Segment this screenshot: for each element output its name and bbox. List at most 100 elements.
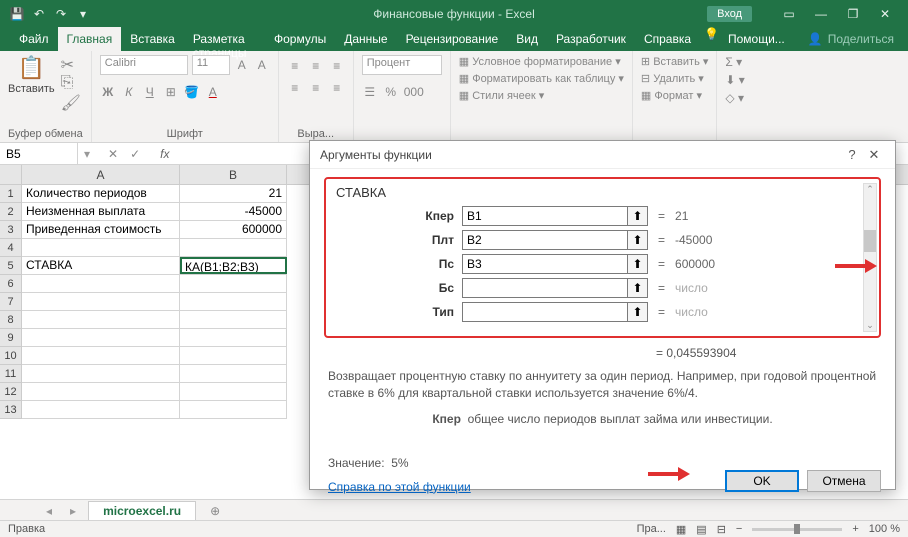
row-header[interactable]: 13 — [0, 401, 21, 419]
row-header[interactable]: 3 — [0, 221, 21, 239]
maximize-icon[interactable]: ❐ — [846, 7, 860, 21]
zoom-in-icon[interactable]: + — [852, 523, 858, 535]
qat-dropdown-icon[interactable]: ▾ — [76, 7, 90, 21]
align-left-icon[interactable]: ≡ — [287, 81, 303, 95]
row-header[interactable]: 1 — [0, 185, 21, 203]
cancel-formula-icon[interactable]: ✕ — [108, 147, 118, 161]
enter-formula-icon[interactable]: ✓ — [130, 147, 140, 161]
ribbon-options-icon[interactable]: ▭ — [782, 7, 796, 21]
font-color-icon[interactable]: A — [205, 85, 221, 99]
cell[interactable]: СТАВКА — [22, 257, 180, 274]
cell[interactable]: 600000 — [180, 221, 287, 238]
range-selector-icon[interactable]: ⬆ — [628, 254, 648, 274]
row-header[interactable]: 8 — [0, 311, 21, 329]
number-format-selector[interactable]: Процент — [362, 55, 442, 75]
view-normal-icon[interactable]: ▦ — [676, 523, 686, 536]
cell[interactable] — [180, 239, 287, 256]
cut-icon[interactable]: ✂ — [61, 55, 77, 71]
fx-icon[interactable]: fx — [152, 147, 177, 161]
redo-icon[interactable]: ↷ — [54, 7, 68, 21]
cell[interactable]: Количество периодов — [22, 185, 180, 202]
arg-input-ps[interactable] — [462, 254, 628, 274]
sheet-tab[interactable]: microexcel.ru — [88, 501, 196, 520]
underline-button[interactable]: Ч — [142, 85, 158, 99]
tab-help[interactable]: Справка — [635, 27, 700, 51]
tab-data[interactable]: Данные — [335, 27, 396, 51]
delete-cells-button[interactable]: ⊟ Удалить ▾ — [641, 72, 704, 85]
function-help-link[interactable]: Справка по этой функции — [324, 480, 471, 494]
italic-button[interactable]: К — [121, 85, 137, 99]
sheet-nav-next-icon[interactable]: ▸ — [64, 504, 82, 518]
tab-insert[interactable]: Вставка — [121, 27, 184, 51]
row-header[interactable]: 5 — [0, 257, 21, 275]
row-header[interactable]: 6 — [0, 275, 21, 293]
grow-font-icon[interactable]: A — [234, 58, 250, 72]
row-header[interactable]: 11 — [0, 365, 21, 383]
range-selector-icon[interactable]: ⬆ — [628, 206, 648, 226]
cancel-button[interactable]: Отмена — [807, 470, 881, 492]
align-mid-icon[interactable]: ≡ — [308, 59, 324, 73]
size-selector[interactable]: 11 — [192, 55, 230, 75]
arg-input-plt[interactable] — [462, 230, 628, 250]
add-sheet-icon[interactable]: ⊕ — [202, 504, 228, 518]
undo-icon[interactable]: ↶ — [32, 7, 46, 21]
paste-button[interactable]: 📋 Вставить — [8, 55, 55, 95]
name-box[interactable] — [0, 143, 78, 164]
percent-icon[interactable]: % — [383, 85, 399, 99]
fill-icon[interactable]: ⬇ ▾ — [725, 73, 744, 87]
view-layout-icon[interactable]: ▤ — [696, 523, 706, 536]
format-painter-icon[interactable]: 🖌 — [61, 93, 77, 109]
close-icon[interactable]: ✕ — [878, 7, 892, 21]
autosum-icon[interactable]: Σ ▾ — [725, 55, 742, 69]
minimize-icon[interactable]: — — [814, 7, 828, 21]
conditional-format-button[interactable]: ▦ Условное форматирование ▾ — [459, 55, 621, 68]
tell-me-icon[interactable]: 💡 — [704, 27, 719, 51]
share-button[interactable]: 👤 Поделиться — [794, 27, 908, 51]
range-selector-icon[interactable]: ⬆ — [628, 230, 648, 250]
font-selector[interactable]: Calibri — [100, 55, 188, 75]
zoom-slider[interactable] — [752, 528, 842, 531]
row-header[interactable]: 9 — [0, 329, 21, 347]
active-cell[interactable]: КА(B1;B2;B3) — [180, 257, 287, 274]
row-header[interactable]: 10 — [0, 347, 21, 365]
clear-icon[interactable]: ◇ ▾ — [725, 91, 744, 105]
row-header[interactable]: 12 — [0, 383, 21, 401]
row-header[interactable]: 4 — [0, 239, 21, 257]
align-top-icon[interactable]: ≡ — [287, 59, 303, 73]
tab-developer[interactable]: Разработчик — [547, 27, 635, 51]
arg-input-kper[interactable] — [462, 206, 628, 226]
insert-cells-button[interactable]: ⊞ Вставить ▾ — [641, 55, 709, 68]
cell[interactable]: Приведенная стоимость — [22, 221, 180, 238]
bold-button[interactable]: Ж — [100, 85, 116, 99]
tell-me[interactable]: Помощи... — [719, 27, 794, 51]
zoom-out-icon[interactable]: − — [736, 523, 742, 535]
dialog-help-icon[interactable]: ? — [841, 147, 863, 162]
save-icon[interactable]: 💾 — [10, 7, 24, 21]
range-selector-icon[interactable]: ⬆ — [628, 302, 648, 322]
sheet-nav-prev-icon[interactable]: ◂ — [40, 504, 58, 518]
align-center-icon[interactable]: ≡ — [308, 81, 324, 95]
cell-styles-button[interactable]: ▦ Стили ячеек ▾ — [459, 89, 545, 102]
comma-icon[interactable]: 000 — [404, 85, 420, 99]
arg-input-bs[interactable] — [462, 278, 628, 298]
border-icon[interactable]: ⊞ — [163, 85, 179, 99]
tab-home[interactable]: Главная — [58, 27, 122, 51]
row-header[interactable]: 7 — [0, 293, 21, 311]
cell[interactable]: -45000 — [180, 203, 287, 220]
align-right-icon[interactable]: ≡ — [329, 81, 345, 95]
login-button[interactable]: Вход — [707, 6, 752, 22]
cell[interactable] — [22, 239, 180, 256]
tab-layout[interactable]: Разметка страницы — [184, 27, 265, 51]
copy-icon[interactable]: ⎘ — [61, 74, 77, 90]
col-header-b[interactable]: B — [180, 165, 287, 184]
format-table-button[interactable]: ▦ Форматировать как таблицу ▾ — [459, 72, 624, 85]
fill-color-icon[interactable]: 🪣 — [184, 85, 200, 99]
view-break-icon[interactable]: ⊟ — [717, 523, 726, 536]
ok-button[interactable]: OK — [725, 470, 799, 492]
row-header[interactable]: 2 — [0, 203, 21, 221]
currency-icon[interactable]: ☰ — [362, 85, 378, 99]
arg-input-type[interactable] — [462, 302, 628, 322]
format-cells-button[interactable]: ▦ Формат ▾ — [641, 89, 702, 102]
namebox-dropdown-icon[interactable]: ▾ — [78, 147, 96, 161]
cell[interactable]: Неизменная выплата — [22, 203, 180, 220]
